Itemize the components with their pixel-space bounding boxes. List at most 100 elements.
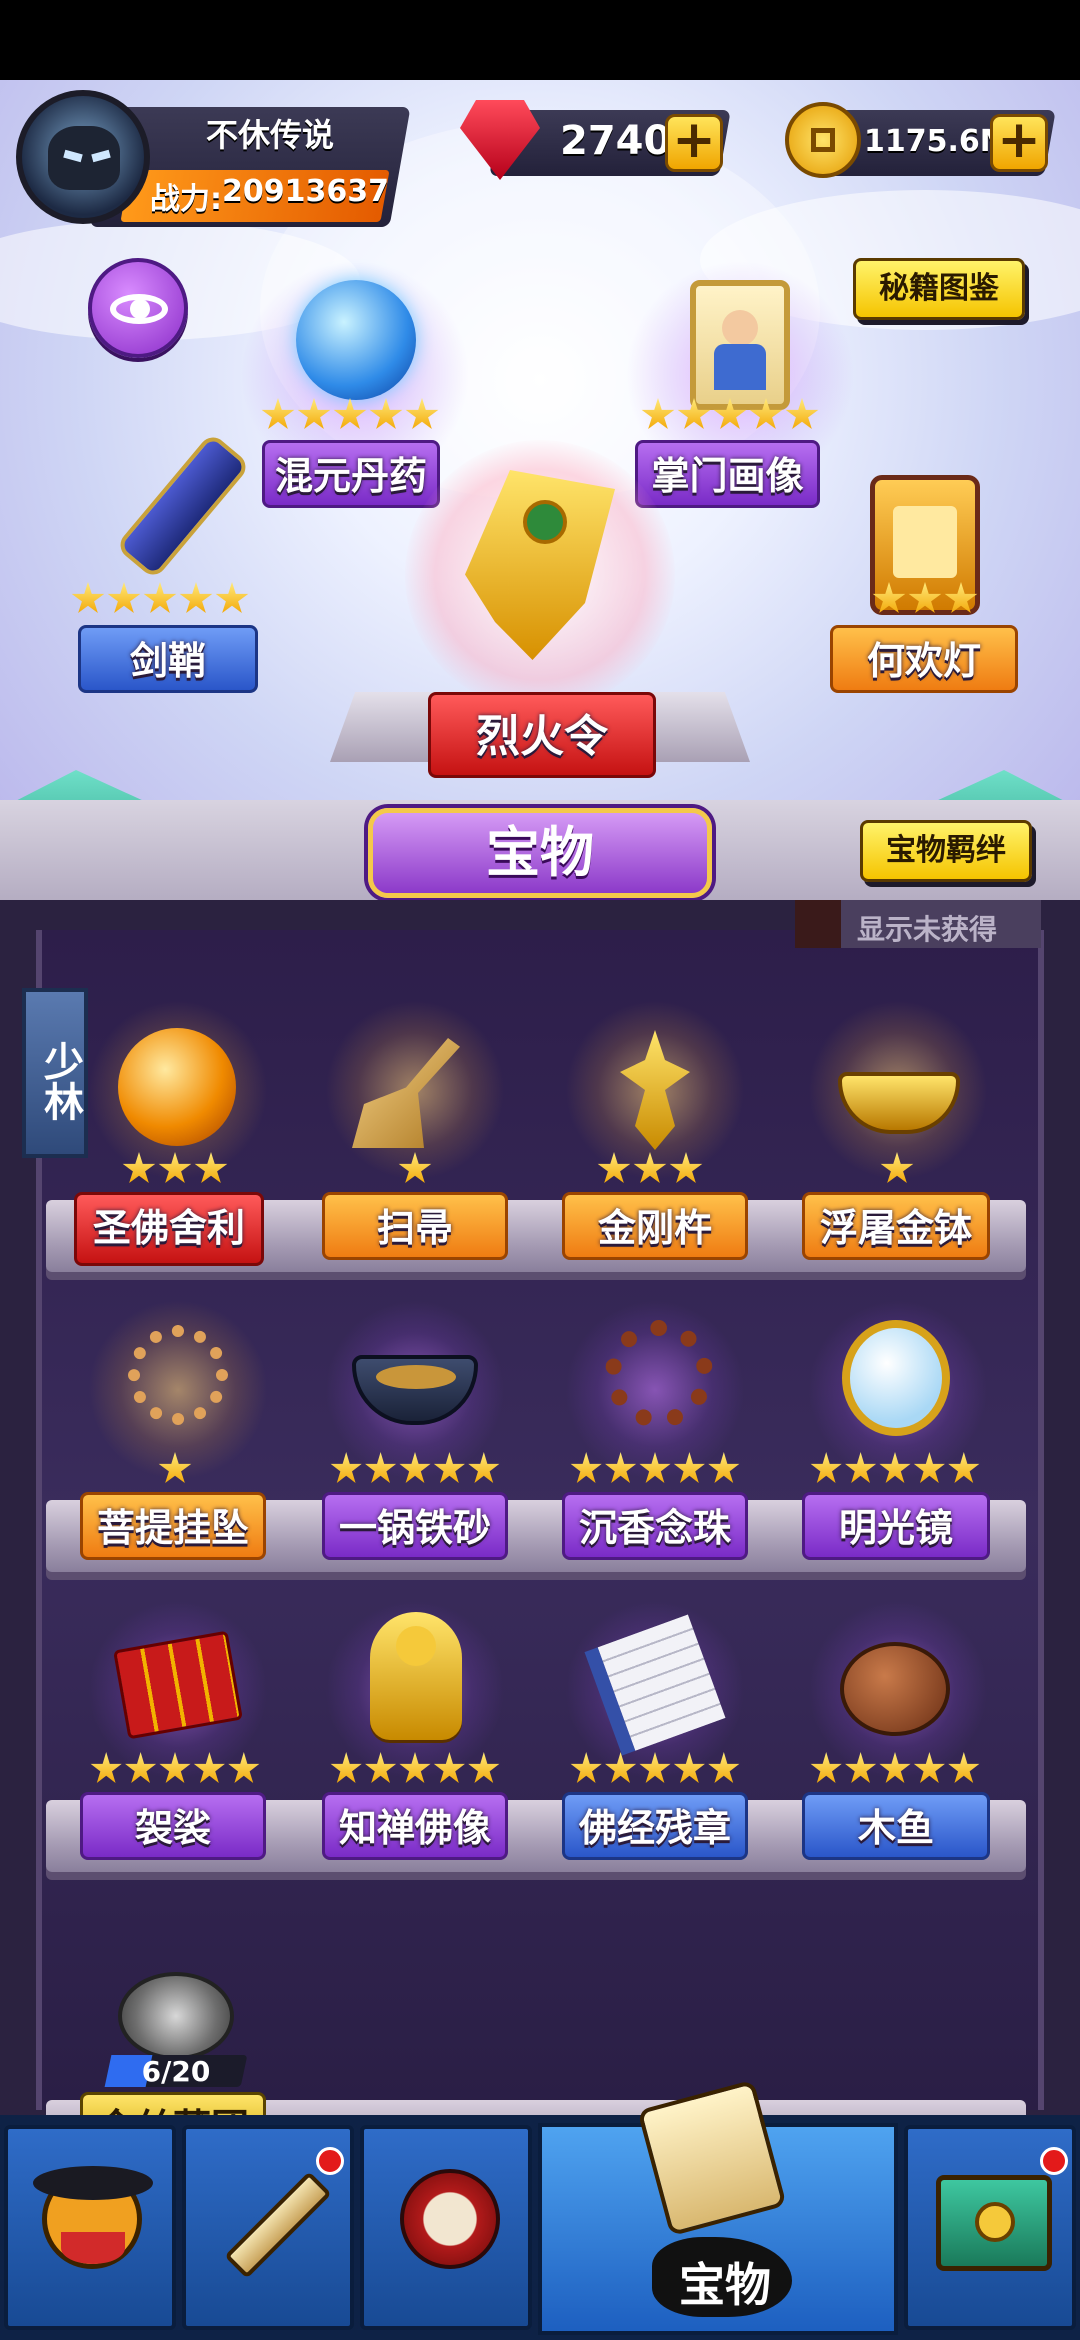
hat <box>33 2166 153 2200</box>
item-label[interactable]: 袈裟 <box>80 1792 266 1860</box>
item-label[interactable]: 沉香念珠 <box>562 1492 748 1560</box>
star-icon <box>633 1152 667 1183</box>
show-unobtained-toggle[interactable]: 显示未获得 <box>795 900 1041 948</box>
nav-drum-tab[interactable] <box>360 2125 532 2330</box>
star-rating <box>330 1452 500 1486</box>
bright-mirror-icon[interactable] <box>842 1320 950 1436</box>
coin-count: 1175.6M <box>864 124 1010 159</box>
player-name: 不休传说 <box>205 116 334 154</box>
star-icon <box>605 1752 637 1783</box>
nav-guild-tab[interactable] <box>904 2125 1076 2330</box>
equipped-item-label[interactable]: 烈火令 <box>428 692 656 778</box>
item-label[interactable]: 一锅铁砂 <box>322 1492 508 1560</box>
star-icon <box>159 1752 191 1783</box>
status-bar <box>0 0 1080 80</box>
item-label[interactable]: 扫帚 <box>322 1192 508 1260</box>
star-icon <box>330 1752 362 1783</box>
star-icon <box>330 1452 362 1483</box>
golden-cushion-icon[interactable] <box>118 1972 234 2060</box>
star-rating <box>872 1152 922 1186</box>
equipped-item-label[interactable]: 剑鞘 <box>78 625 258 693</box>
star-icon <box>399 1452 431 1483</box>
star-icon <box>122 1152 156 1183</box>
add-gems-button[interactable]: + <box>665 114 723 172</box>
star-icon <box>605 1452 637 1483</box>
equipped-item-label[interactable]: 混元丹药 <box>262 440 440 508</box>
star-icon <box>872 582 906 613</box>
star-icon <box>597 1152 631 1183</box>
star-rating <box>150 1452 200 1486</box>
star-icon <box>365 1452 397 1483</box>
item-label[interactable]: 明光镜 <box>802 1492 990 1560</box>
portrait-face <box>722 310 758 346</box>
notification-dot <box>1040 2147 1068 2175</box>
star-icon <box>433 1752 465 1783</box>
nav-hero-tab[interactable] <box>4 2125 176 2330</box>
item-label[interactable]: 金丝蒲团 <box>80 2092 266 2115</box>
star-icon <box>749 398 783 429</box>
guild-icon <box>936 2175 1052 2271</box>
player-avatar[interactable] <box>16 90 150 224</box>
star-icon <box>228 1752 260 1783</box>
star-icon <box>880 1152 914 1183</box>
star-rating <box>390 1152 440 1186</box>
wooden-fish-icon[interactable] <box>840 1642 950 1736</box>
star-icon <box>785 398 819 429</box>
star-rating <box>245 398 455 432</box>
star-icon <box>468 1452 500 1483</box>
fragment-progress-text: 6/20 <box>141 2055 211 2088</box>
scroll-portrait-icon[interactable] <box>690 280 790 410</box>
star-icon <box>125 1752 157 1783</box>
star-icon <box>570 1452 602 1483</box>
buddha-statue-icon[interactable] <box>370 1612 462 1740</box>
relic-orb-icon[interactable] <box>118 1028 236 1146</box>
treasure-bond-button[interactable]: 宝物羁绊 <box>860 820 1032 882</box>
bodhi-pendant-icon[interactable] <box>128 1325 228 1425</box>
item-label[interactable]: 金刚杵 <box>562 1192 748 1260</box>
star-icon <box>90 1752 122 1783</box>
star-icon <box>261 398 295 429</box>
lantern-light <box>893 506 957 578</box>
player-power: 战力: 20913637 <box>150 174 389 218</box>
star-rating <box>330 1752 500 1786</box>
view-toggle-button[interactable] <box>88 258 188 358</box>
item-label[interactable]: 浮屠金钵 <box>802 1192 990 1260</box>
sword-sheath-icon[interactable] <box>114 431 252 581</box>
portrait-robe <box>714 344 766 390</box>
star-icon <box>713 398 747 429</box>
star-icon <box>908 582 942 613</box>
eye-pupil <box>130 299 150 319</box>
star-icon <box>570 1752 602 1783</box>
star-rating <box>810 1752 980 1786</box>
star-icon <box>639 1452 671 1483</box>
add-coins-button[interactable]: + <box>990 114 1048 172</box>
item-label[interactable]: 木鱼 <box>802 1792 990 1860</box>
star-icon <box>948 1452 980 1483</box>
star-icon <box>333 398 367 429</box>
item-label[interactable]: 知禅佛像 <box>322 1792 508 1860</box>
hero-icon <box>33 2166 153 2269</box>
item-label[interactable]: 圣佛舍利 <box>74 1192 264 1266</box>
equipped-item-label[interactable]: 何欢灯 <box>830 625 1018 693</box>
pill-orb-icon[interactable] <box>296 280 416 400</box>
equipped-item-label[interactable]: 掌门画像 <box>635 440 820 508</box>
nav-weapon-tab[interactable] <box>182 2125 354 2330</box>
item-label[interactable]: 佛经残章 <box>562 1792 748 1860</box>
star-icon <box>215 582 249 613</box>
star-icon <box>71 582 105 613</box>
gem-count: 2740 <box>560 118 672 164</box>
prayer-beads-icon[interactable] <box>605 1320 713 1428</box>
sect-tab-shaolin[interactable]: 少林 <box>22 988 88 1158</box>
mask <box>61 2232 125 2264</box>
star-icon <box>143 582 177 613</box>
star-icon <box>708 1752 740 1783</box>
star-icon <box>158 1452 192 1483</box>
item-label[interactable]: 菩提挂坠 <box>80 1492 266 1560</box>
sword-icon <box>224 2171 332 2279</box>
notification-dot <box>316 2147 344 2175</box>
star-icon <box>365 1752 397 1783</box>
star-icon <box>708 1452 740 1483</box>
nav-treasure-tab-active[interactable]: 宝物 <box>538 2079 898 2335</box>
secret-book-button[interactable]: 秘籍图鉴 <box>853 258 1025 320</box>
checkbox[interactable] <box>795 900 841 948</box>
